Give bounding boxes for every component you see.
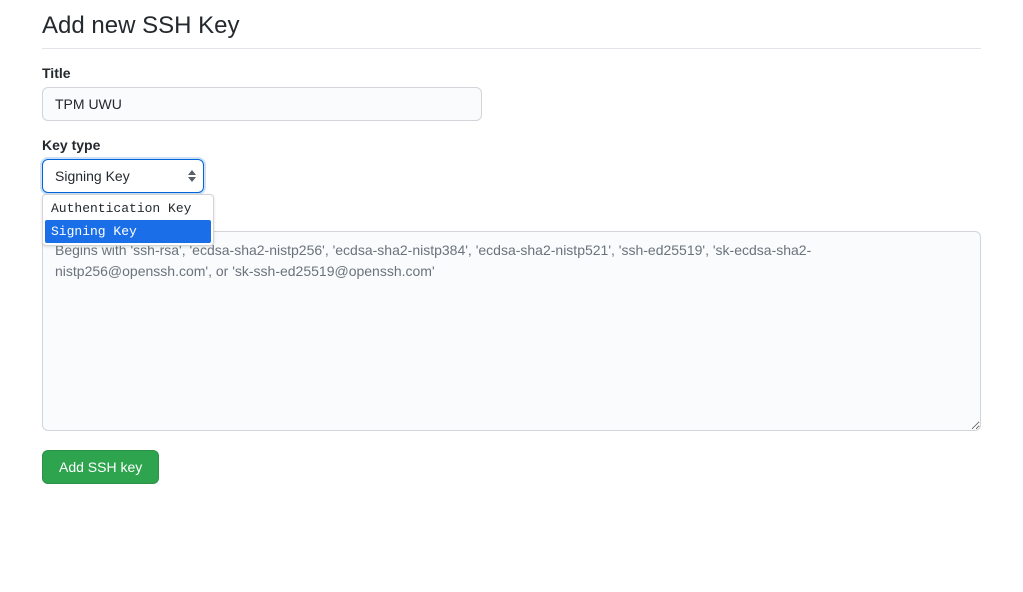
key-type-option-signing[interactable]: Signing Key (45, 220, 211, 243)
page-title: Add new SSH Key (42, 12, 981, 49)
title-label: Title (42, 65, 981, 81)
key-type-option-authentication[interactable]: Authentication Key (45, 197, 211, 220)
key-type-select[interactable]: Signing Key (42, 159, 204, 193)
key-type-label: Key type (42, 137, 981, 153)
key-type-field-group: Key type Signing Key Authentication Key … (42, 137, 981, 193)
key-type-select-wrapper: Signing Key Authentication Key Signing K… (42, 159, 204, 193)
add-ssh-key-button[interactable]: Add SSH key (42, 450, 159, 484)
key-textarea[interactable] (42, 231, 981, 431)
title-field-group: Title (42, 65, 981, 121)
title-input[interactable] (42, 87, 482, 121)
key-type-dropdown: Authentication Key Signing Key (42, 194, 214, 246)
